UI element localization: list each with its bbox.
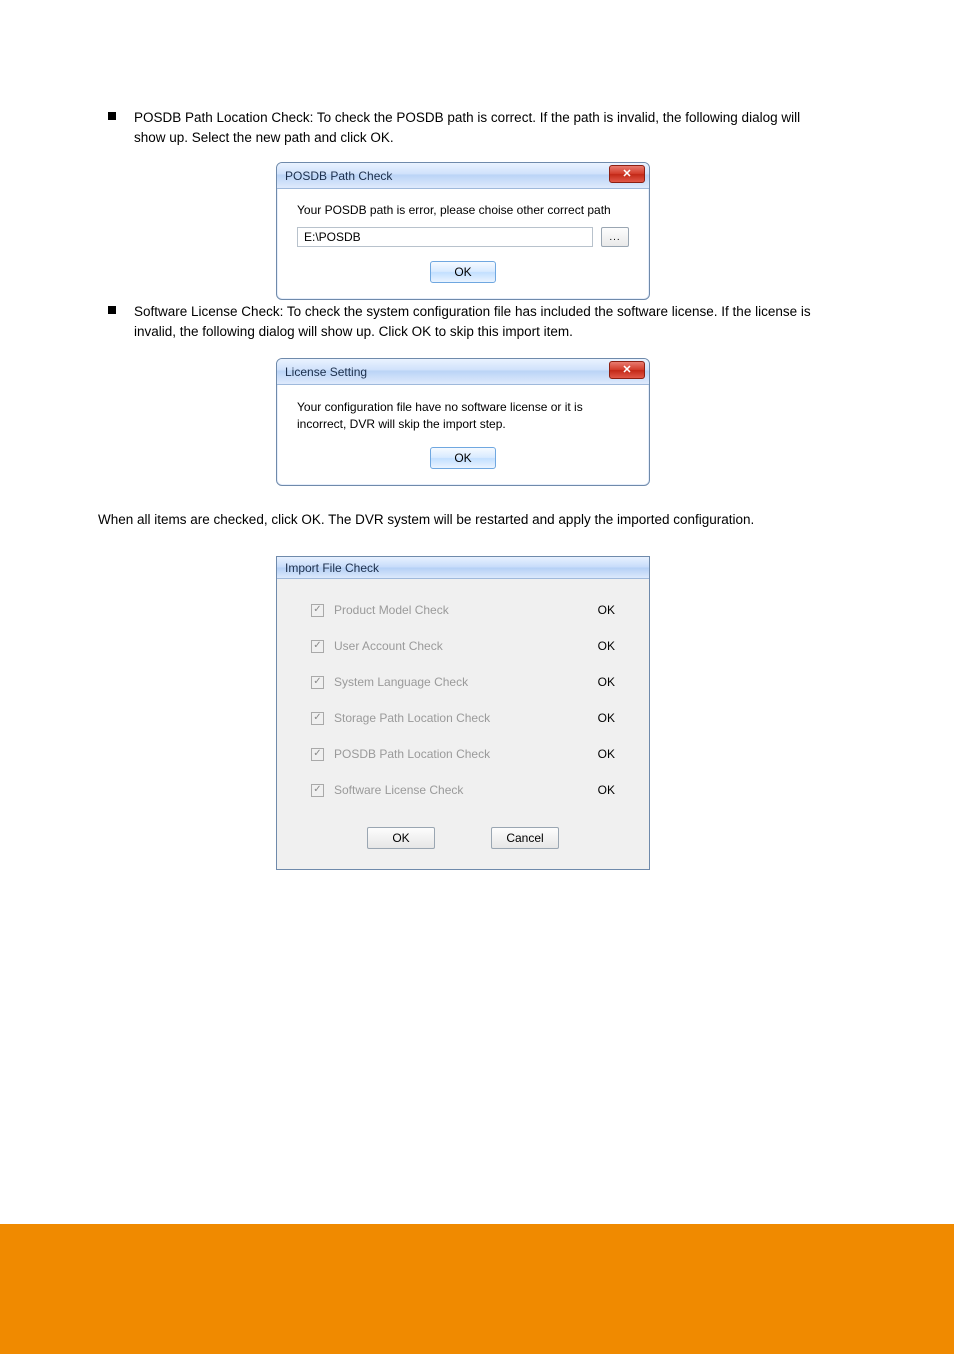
check-row: ✓ Software License CheckOK (311, 783, 615, 797)
check-row-label: User Account Check (334, 639, 575, 653)
close-icon[interactable]: ✕ (609, 361, 645, 379)
bullet-icon (108, 112, 116, 120)
checked-icon: ✓ (311, 604, 324, 617)
check-row-status: OK (575, 711, 615, 725)
check-row-label: Storage Path Location Check (334, 711, 575, 725)
check-row-label: System Language Check (334, 675, 575, 689)
check-row-status: OK (575, 783, 615, 797)
checked-icon: ✓ (311, 784, 324, 797)
cancel-button[interactable]: Cancel (491, 827, 559, 849)
license-description-text: Software License Check: To check the sys… (134, 302, 828, 341)
check-row-label: Software License Check (334, 783, 575, 797)
checked-icon: ✓ (311, 748, 324, 761)
license-dialog-message: Your configuration file have no software… (297, 399, 629, 433)
page-footer-band (0, 1224, 954, 1354)
check-row-label: POSDB Path Location Check (334, 747, 575, 761)
checked-icon: ✓ (311, 640, 324, 653)
footer-paragraph: When all items are checked, click OK. Th… (98, 510, 818, 530)
ok-button[interactable]: OK (430, 447, 496, 469)
posdb-path-input[interactable] (297, 227, 593, 247)
license-dialog-title: License Setting (285, 365, 367, 379)
bullet-icon (108, 306, 116, 314)
ok-button[interactable]: OK (367, 827, 435, 849)
check-row: ✓ User Account CheckOK (311, 639, 615, 653)
check-row-status: OK (575, 747, 615, 761)
close-icon[interactable]: ✕ (609, 165, 645, 183)
checked-icon: ✓ (311, 712, 324, 725)
posdb-dialog-title: POSDB Path Check (285, 169, 392, 183)
checked-icon: ✓ (311, 676, 324, 689)
check-row: ✓ Storage Path Location CheckOK (311, 711, 615, 725)
check-row-label: Product Model Check (334, 603, 575, 617)
import-dialog-title: Import File Check (285, 561, 379, 575)
ok-button[interactable]: OK (430, 261, 496, 283)
browse-button[interactable]: ... (601, 227, 629, 247)
check-row-status: OK (575, 603, 615, 617)
check-row: ✓ POSDB Path Location CheckOK (311, 747, 615, 761)
posdb-description-text: POSDB Path Location Check: To check the … (134, 108, 828, 147)
check-row: ✓ Product Model CheckOK (311, 603, 615, 617)
check-row-status: OK (575, 675, 615, 689)
posdb-dialog-message: Your POSDB path is error, please choise … (297, 203, 629, 217)
check-row-status: OK (575, 639, 615, 653)
check-row: ✓ System Language CheckOK (311, 675, 615, 689)
